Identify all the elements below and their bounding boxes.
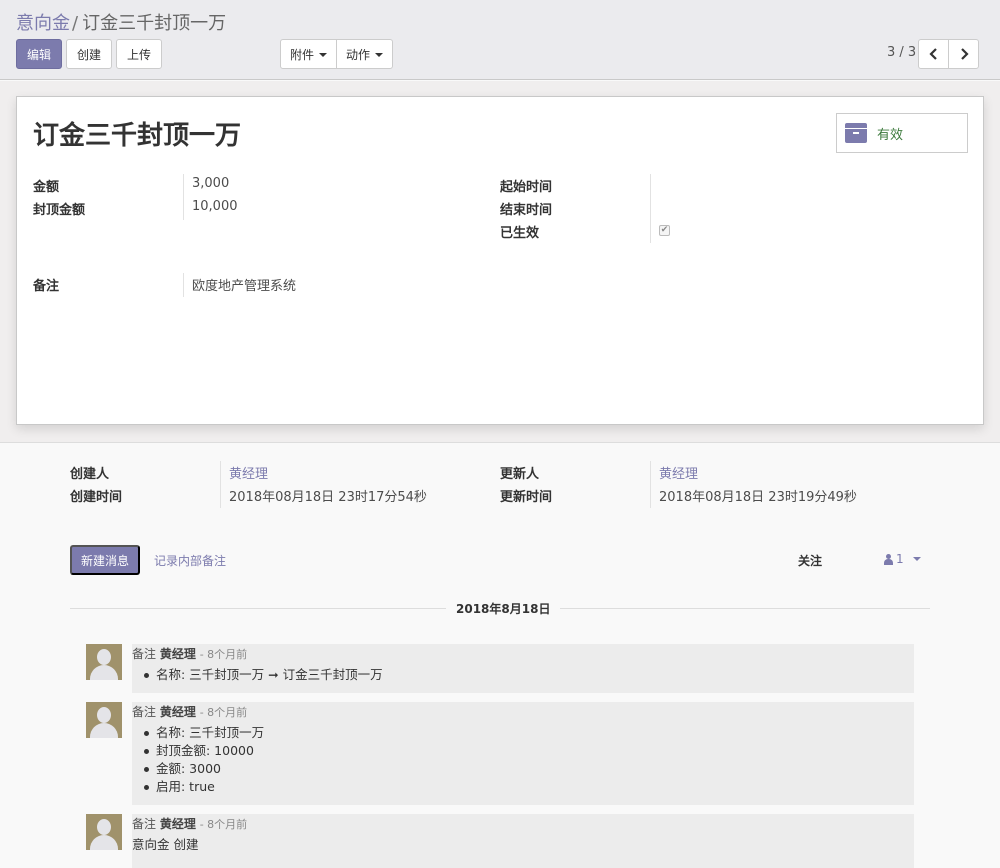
avatar[interactable] xyxy=(86,644,122,680)
message-time: - 8个月前 xyxy=(199,706,248,719)
upload-button[interactable]: 上传 xyxy=(116,39,162,69)
attachment-dropdown[interactable]: 附件 xyxy=(280,39,337,69)
breadcrumb-separator: / xyxy=(72,13,79,34)
edit-button[interactable]: 编辑 xyxy=(16,39,62,69)
created-by-link[interactable]: 黄经理 xyxy=(229,463,268,482)
pager-value: 3 / 3 xyxy=(887,45,917,60)
message-time: - 8个月前 xyxy=(199,818,248,831)
record-title: 订金三千封顶一万 xyxy=(33,121,242,151)
updated-by-link[interactable]: 黄经理 xyxy=(659,463,698,482)
caret-down-icon xyxy=(319,53,327,57)
cap-amount-label: 封顶金额 xyxy=(33,203,86,218)
updated-on-value: 2018年08月18日 23时19分49秒 xyxy=(659,490,857,505)
start-time-label: 起始时间 xyxy=(500,180,553,195)
caret-down-icon xyxy=(912,557,921,561)
cap-amount-value: 10,000 xyxy=(192,199,238,214)
action-label: 动作 xyxy=(345,47,370,62)
archive-icon xyxy=(845,123,867,143)
note-value: 欧度地产管理系统 xyxy=(192,279,297,294)
field-divider xyxy=(650,461,651,508)
tracking-item: 启用: true xyxy=(144,778,914,796)
avatar[interactable] xyxy=(86,702,122,738)
chevron-right-icon xyxy=(960,48,969,60)
message-content: 备注 黄经理 - 8个月前 名称: 三千封顶一万 封顶金额: 10000 金额:… xyxy=(132,702,914,805)
field-divider xyxy=(220,461,221,508)
date-separator-label: 2018年8月18日 xyxy=(446,600,561,617)
tracking-item: 封顶金额: 10000 xyxy=(144,742,914,760)
form-sheet: 订金三千封顶一万 有效 金额 3,000 封顶金额 10,000 起始时间 结束… xyxy=(16,96,984,425)
active-toggle-button[interactable]: 有效 xyxy=(836,113,968,153)
created-on-value: 2018年08月18日 23时17分54秒 xyxy=(229,490,427,505)
chevron-left-icon xyxy=(928,48,937,60)
tracking-list: 名称: 三千封顶一万 封顶金额: 10000 金额: 3000 启用: true xyxy=(132,724,914,796)
followers-count: 1 xyxy=(896,552,904,566)
message-time: - 8个月前 xyxy=(199,648,248,661)
breadcrumb-current: 订金三千封顶一万 xyxy=(82,13,227,34)
updated-by-label: 更新人 xyxy=(500,467,540,482)
updated-on-label: 更新时间 xyxy=(500,490,553,505)
field-divider xyxy=(183,174,184,220)
message-author[interactable]: 黄经理 xyxy=(160,705,196,719)
message-content: 备注 黄经理 - 8个月前 名称: 三千封顶一万 ➞ 订金三千封顶一万 xyxy=(132,644,914,693)
tracking-item: 金额: 3000 xyxy=(144,760,914,778)
new-message-button[interactable]: 新建消息 xyxy=(70,545,140,575)
message-author[interactable]: 黄经理 xyxy=(160,817,196,831)
message-header: 备注 黄经理 - 8个月前 xyxy=(132,646,914,662)
pager-previous-button[interactable] xyxy=(918,39,949,69)
caret-down-icon xyxy=(375,53,383,57)
message-author[interactable]: 黄经理 xyxy=(160,647,196,661)
tracking-item: 名称: 三千封顶一万 xyxy=(144,724,914,742)
active-checkbox: ✔ xyxy=(659,225,670,236)
active-label: 已生效 xyxy=(500,226,540,241)
field-divider xyxy=(183,273,184,297)
note-label: 备注 xyxy=(33,279,60,294)
message-body: 意向金 创建 xyxy=(132,837,199,852)
status-label: 有效 xyxy=(877,127,904,143)
created-by-label: 创建人 xyxy=(70,467,110,482)
log-note-link[interactable]: 记录内部备注 xyxy=(154,552,226,569)
message-header: 备注 黄经理 - 8个月前 xyxy=(132,816,914,832)
user-icon xyxy=(884,553,893,565)
breadcrumb-parent-link[interactable]: 意向金 xyxy=(16,13,70,34)
created-on-label: 创建时间 xyxy=(70,490,123,505)
avatar[interactable] xyxy=(86,814,122,850)
breadcrumb: 意向金 / 订金三千封顶一万 xyxy=(16,9,226,35)
end-time-label: 结束时间 xyxy=(500,203,553,218)
amount-label: 金额 xyxy=(33,180,60,195)
followers-dropdown[interactable]: 1 xyxy=(884,552,921,566)
field-divider xyxy=(650,174,651,243)
message-type: 备注 xyxy=(132,817,157,831)
message-type: 备注 xyxy=(132,705,157,719)
attachment-label: 附件 xyxy=(289,47,314,62)
follow-button[interactable]: 关注 xyxy=(798,552,822,569)
tracking-list: 名称: 三千封顶一万 ➞ 订金三千封顶一万 xyxy=(132,666,914,684)
message-header: 备注 黄经理 - 8个月前 xyxy=(132,704,914,720)
message-content: 备注 黄经理 - 8个月前 意向金 创建 xyxy=(132,814,914,868)
message-type: 备注 xyxy=(132,647,157,661)
control-panel: 意向金 / 订金三千封顶一万 编辑 创建 上传 附件 动作 3 / 3 xyxy=(0,0,1000,80)
create-button[interactable]: 创建 xyxy=(66,39,112,69)
tracking-item: 名称: 三千封顶一万 ➞ 订金三千封顶一万 xyxy=(144,666,914,684)
pager-next-button[interactable] xyxy=(948,39,979,69)
amount-value: 3,000 xyxy=(192,176,230,191)
action-dropdown[interactable]: 动作 xyxy=(336,39,393,69)
